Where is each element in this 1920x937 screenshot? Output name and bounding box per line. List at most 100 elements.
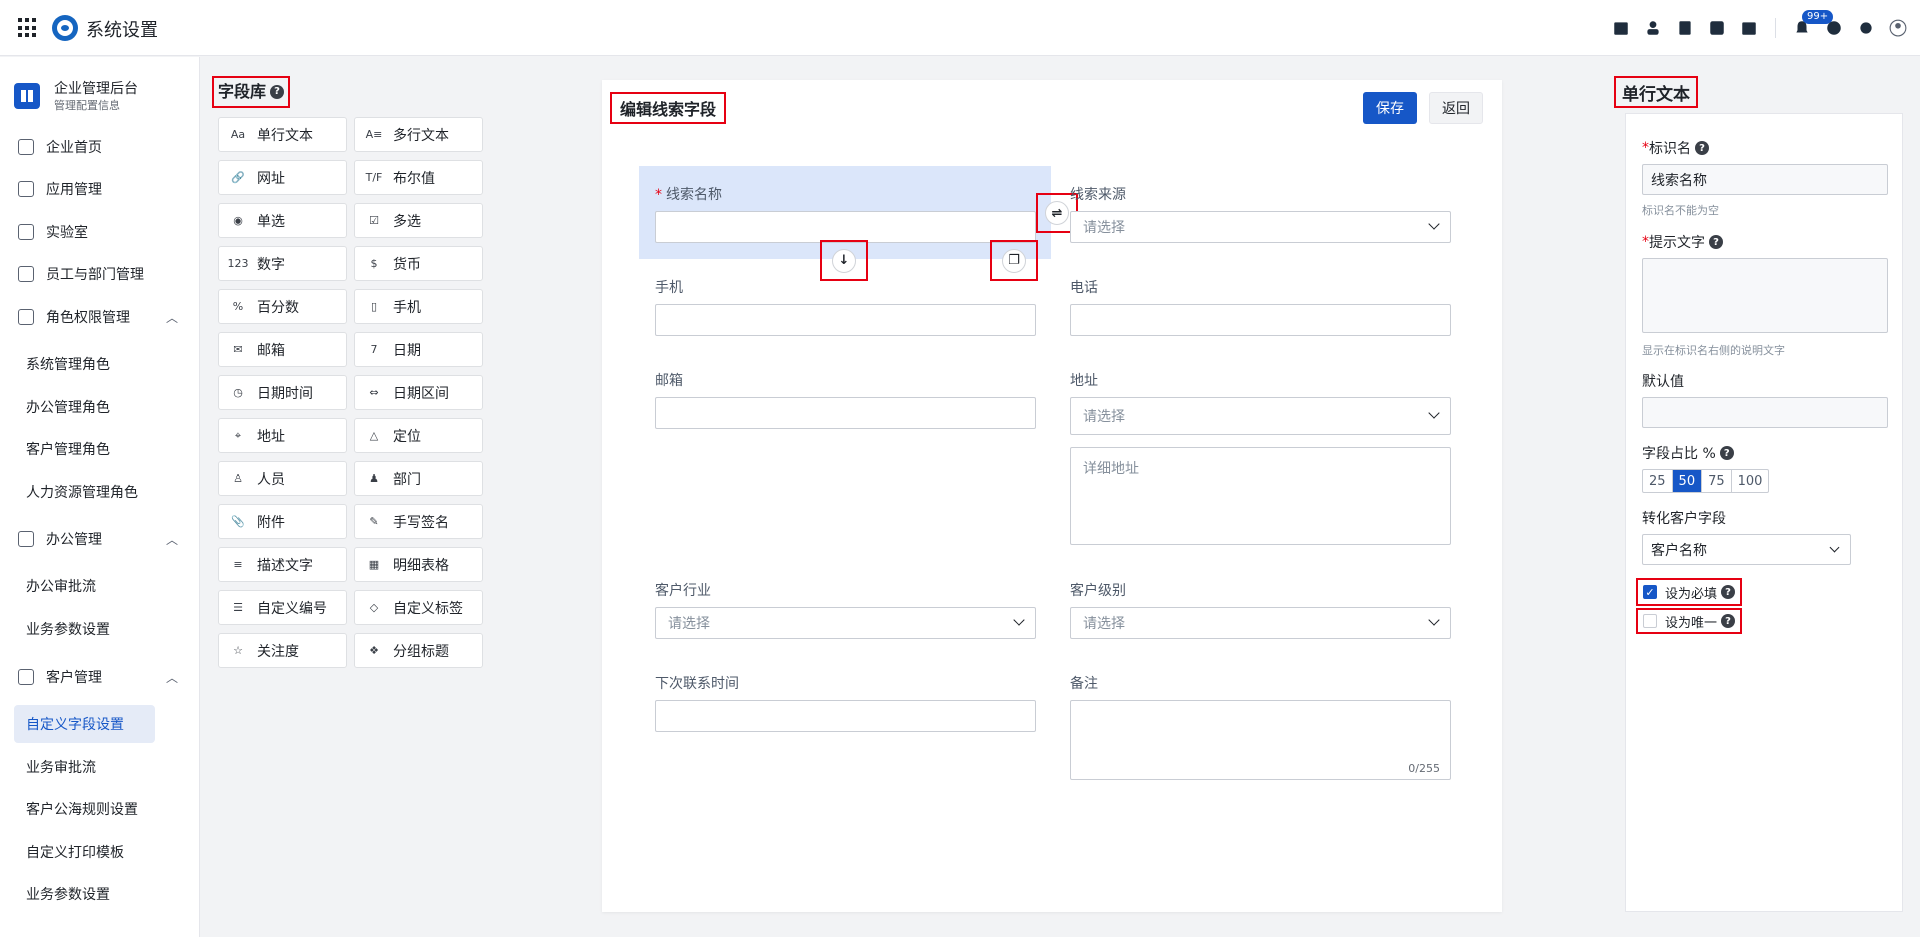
sidebar-subitem-biz-approval[interactable]: 业务审批流 [14,748,96,786]
sidebar-item-roles[interactable]: 角色权限管理 ︿ [0,297,199,337]
field-type-icon: ⇔ [369,386,379,399]
convert-select[interactable]: 客户名称 [1642,534,1851,565]
sidebar-item-apps[interactable]: 应用管理 [0,169,199,209]
ratio-option[interactable]: 100 [1732,470,1769,492]
field-type-label: 部门 [393,471,421,488]
sidebar-item-office[interactable]: 办公管理 ︿ [0,519,199,559]
sidebar-subitem-print-template[interactable]: 自定义打印模板 [14,833,124,871]
field-type-button[interactable]: A≡ 多行文本 [354,117,483,152]
field-type-button[interactable]: 7 日期 [354,332,483,367]
bell-icon[interactable]: 99+ [1790,10,1834,40]
level-select[interactable]: 请选择 [1070,607,1451,639]
field-type-icon: ≡ [233,558,243,571]
phone-input[interactable] [1070,304,1451,336]
sidebar-item-staff[interactable]: 员工与部门管理 [0,254,199,294]
mobile-input[interactable] [655,304,1036,336]
field-type-button[interactable]: ☰ 自定义编号 [218,590,347,625]
help-icon[interactable]: ? [1721,585,1736,599]
sidebar-subitem-customer-role[interactable]: 客户管理角色 [14,430,110,468]
field-type-button[interactable]: ♙ 人员 [218,461,347,496]
address-detail-input[interactable]: 详细地址 [1070,447,1451,545]
calendar-icon[interactable] [1737,16,1761,40]
contacts-icon[interactable] [1641,16,1665,40]
help-icon[interactable]: ? [1695,141,1709,155]
field-type-button[interactable]: ☆ 关注度 [218,633,347,668]
unique-checkbox[interactable]: 设为唯一? [1636,608,1743,634]
sidebar-subitem-custom-fields[interactable]: 自定义字段设置 [14,705,155,743]
chevron-down-icon [1428,614,1440,626]
field-type-button[interactable]: ⌖ 地址 [218,418,347,453]
field-type-icon: ◇ [369,601,379,614]
field-type-button[interactable]: 123 数字 [218,246,347,281]
remark-textarea[interactable]: 0/255 [1070,700,1451,780]
sidebar-subitem-system-role[interactable]: 系统管理角色 [14,345,110,383]
field-type-button[interactable]: 📎 附件 [218,504,347,539]
sidebar-subitem-hr-role[interactable]: 人力资源管理角色 [14,473,138,511]
org-header[interactable]: 企业管理后台 管理配置信息 [14,79,138,113]
sidebar-subitem-office-role[interactable]: 办公管理角色 [14,388,110,426]
editor-panel: 编辑线索字段 保存 返回 * 线索名称 ⇌ ↓ ❐ 线索来源 请选择 手机 电话 … [602,80,1502,912]
field-type-button[interactable]: ▦ 明细表格 [354,547,483,582]
email-label: 邮箱 [655,373,683,389]
sidebar-item-home[interactable]: 企业首页 [0,127,199,167]
back-button[interactable]: 返回 [1429,92,1483,124]
field-type-button[interactable]: ❖ 分组标题 [354,633,483,668]
field-type-button[interactable]: ▯ 手机 [354,289,483,324]
phone-icon[interactable] [1705,16,1729,40]
tip-textarea[interactable] [1642,258,1888,333]
ratio-option-selected[interactable]: 50 [1672,470,1703,492]
help-icon[interactable]: ? [1719,446,1734,460]
field-type-button[interactable]: % 百分数 [218,289,347,324]
field-type-icon: A≡ [365,128,383,141]
apps-grid-icon[interactable] [18,18,38,38]
sidebar-subitem-biz-params[interactable]: 业务参数设置 [14,875,110,913]
field-type-button[interactable]: ⇔ 日期区间 [354,375,483,410]
lead-source-select[interactable]: 请选择 [1070,211,1451,243]
lead-name-input[interactable] [655,211,1036,243]
email-input[interactable] [655,397,1036,429]
field-type-button[interactable]: ◷ 日期时间 [218,375,347,410]
sidebar-subitem-office-params[interactable]: 业务参数设置 [14,610,110,648]
field-type-button[interactable]: Aa 单行文本 [218,117,347,152]
sidebar-item-customer[interactable]: 客户管理 ︿ [0,657,199,697]
help-icon[interactable]: ? [1721,614,1736,628]
task-icon[interactable] [1609,16,1633,40]
document-icon[interactable] [1673,16,1697,40]
industry-select[interactable]: 请选择 [655,607,1036,639]
address-select[interactable]: 请选择 [1070,397,1451,435]
field-type-button[interactable]: ✉ 邮箱 [218,332,347,367]
default-input[interactable] [1642,397,1888,428]
save-button[interactable]: 保存 [1363,92,1417,124]
avatar[interactable] [1886,16,1910,40]
copy-button[interactable]: ❐ [990,240,1038,281]
ratio-option[interactable]: 25 [1643,470,1673,492]
help-icon[interactable] [1822,16,1846,40]
help-icon[interactable]: ? [1709,235,1723,249]
field-type-button[interactable]: ≡ 描述文字 [218,547,347,582]
field-library-title: 字段库? [212,76,291,108]
sidebar-subitem-office-approval[interactable]: 办公审批流 [14,567,96,605]
field-type-button[interactable]: ☑ 多选 [354,203,483,238]
sidebar-subitem-sea-rules[interactable]: 客户公海规则设置 [14,790,138,828]
field-type-button[interactable]: 🔗 网址 [218,160,347,195]
default-label: 默认值 [1642,374,1684,390]
move-down-button[interactable]: ↓ [820,240,868,281]
sidebar-item-lab[interactable]: 实验室 [0,212,199,252]
bulb-icon [18,224,34,240]
field-type-label: 分组标题 [393,643,449,660]
field-type-button[interactable]: $ 货币 [354,246,483,281]
field-type-button[interactable]: T/F 布尔值 [354,160,483,195]
field-type-button[interactable]: ♟ 部门 [354,461,483,496]
identifier-input[interactable]: 线索名称 [1642,164,1888,195]
help-icon[interactable]: ? [270,85,285,99]
gear-icon[interactable] [1854,16,1878,40]
next-contact-input[interactable] [655,700,1036,732]
field-type-button[interactable]: ◇ 自定义标签 [354,590,483,625]
char-counter: 0/255 [1408,762,1440,775]
field-type-button[interactable]: ✎ 手写签名 [354,504,483,539]
app-title: 系统设置 [86,20,158,41]
ratio-option[interactable]: 75 [1702,470,1732,492]
required-checkbox[interactable]: ✓ 设为必填? [1636,578,1743,606]
field-type-button[interactable]: △ 定位 [354,418,483,453]
field-type-button[interactable]: ◉ 单选 [218,203,347,238]
